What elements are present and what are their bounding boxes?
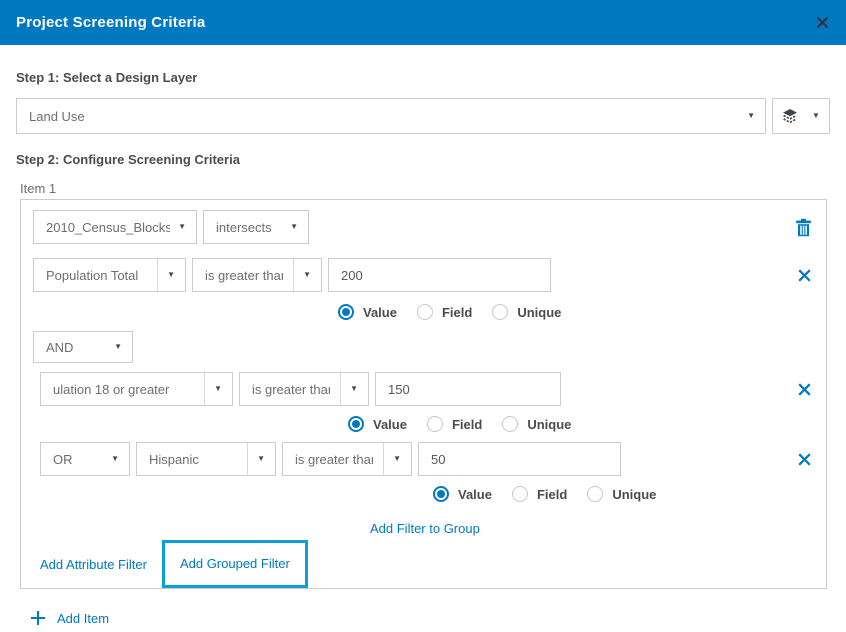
spatial-operator-select[interactable]: intersects ▼ xyxy=(203,210,309,244)
filter3-field-value: Hispanic xyxy=(149,452,237,467)
filter2-operator-value: is greater than xyxy=(252,382,330,397)
filter1-field-value: Population Total xyxy=(46,268,147,283)
delete-item-trash-icon[interactable] xyxy=(795,218,812,237)
caret-down-icon: ▼ xyxy=(167,271,175,279)
filter2-radio-value[interactable] xyxy=(348,416,364,432)
add-attribute-filter-link[interactable]: Add Attribute Filter xyxy=(40,557,147,572)
radio-label-unique: Unique xyxy=(612,487,656,502)
radio-label-value: Value xyxy=(363,305,397,320)
filter1-operator-select[interactable]: is greater than ▼ xyxy=(192,258,322,292)
grouped-filter-row-2: OR ▼ Hispanic ▼ is greater than ▼ xyxy=(40,442,812,476)
filter3-conjunction-select[interactable]: OR ▼ xyxy=(40,442,130,476)
filter2-field-value: ulation 18 or greater xyxy=(53,382,194,397)
filter1-radio-unique[interactable] xyxy=(492,304,508,320)
design-layer-select[interactable]: Land Use ▼ xyxy=(16,98,766,134)
step2-heading: Step 2: Configure Screening Criteria xyxy=(16,152,830,167)
filter3-value-input[interactable] xyxy=(418,442,621,476)
radio-label-value: Value xyxy=(458,487,492,502)
radio-label-field: Field xyxy=(452,417,482,432)
attribute-filter-row-1: Population Total ▼ is greater than ▼ xyxy=(33,258,812,292)
filter3-radio-unique[interactable] xyxy=(587,486,603,502)
spatial-layer-value: 2010_Census_Blocks xyxy=(46,220,170,235)
filter1-radio-field[interactable] xyxy=(417,304,433,320)
radio-label-unique: Unique xyxy=(527,417,571,432)
filter3-operator-select[interactable]: is greater than ▼ xyxy=(282,442,412,476)
caret-down-icon: ▼ xyxy=(114,343,122,351)
filter3-conjunction-value: OR xyxy=(53,452,103,467)
highlight-box: Add Grouped Filter xyxy=(162,540,308,588)
spatial-operator-value: intersects xyxy=(216,220,282,235)
group-conjunction-row: AND ▼ xyxy=(33,331,812,363)
filter3-radio-field[interactable] xyxy=(512,486,528,502)
add-item-label: Add Item xyxy=(57,611,109,626)
item-panel: 2010_Census_Blocks ▼ intersects ▼ xyxy=(20,199,827,589)
grouped-filter-row-1: ulation 18 or greater ▼ is greater than … xyxy=(40,372,812,406)
filter3-radio-value[interactable] xyxy=(433,486,449,502)
caret-down-icon: ▼ xyxy=(178,223,186,231)
filter3-operator-value: is greater than xyxy=(295,452,373,467)
add-filter-to-group-link[interactable]: Add Filter to Group xyxy=(370,521,480,536)
caret-down-icon: ▼ xyxy=(290,223,298,231)
caret-down-icon: ▼ xyxy=(812,112,820,120)
caret-down-icon: ▼ xyxy=(111,455,119,463)
remove-filter2-x-icon[interactable] xyxy=(797,382,812,397)
remove-filter3-x-icon[interactable] xyxy=(797,452,812,467)
radio-label-unique: Unique xyxy=(517,305,561,320)
filter1-field-select[interactable]: Population Total ▼ xyxy=(33,258,186,292)
layers-icon xyxy=(782,108,798,124)
filter1-value-type-radios: Value Field Unique xyxy=(338,304,812,320)
radio-label-value: Value xyxy=(373,417,407,432)
filter3-value-type-radios: Value Field Unique xyxy=(433,486,812,502)
caret-down-icon: ▼ xyxy=(214,385,222,393)
filter2-value-input[interactable] xyxy=(375,372,561,406)
caret-down-icon: ▼ xyxy=(393,455,401,463)
spatial-filter-row: 2010_Census_Blocks ▼ intersects ▼ xyxy=(33,210,812,244)
filter2-operator-select[interactable]: is greater than ▼ xyxy=(239,372,369,406)
design-layer-row: Land Use ▼ ▼ xyxy=(16,98,830,134)
dialog-body: Step 1: Select a Design Layer Land Use ▼… xyxy=(0,70,846,626)
filter2-radio-field[interactable] xyxy=(427,416,443,432)
filter1-radio-value[interactable] xyxy=(338,304,354,320)
caret-down-icon: ▼ xyxy=(257,455,265,463)
filter2-radio-unique[interactable] xyxy=(502,416,518,432)
design-layer-value: Land Use xyxy=(29,109,739,124)
filter1-operator-value: is greater than xyxy=(205,268,283,283)
step1-heading: Step 1: Select a Design Layer xyxy=(16,70,830,85)
caret-down-icon: ▼ xyxy=(350,385,358,393)
filter2-field-select[interactable]: ulation 18 or greater ▼ xyxy=(40,372,233,406)
add-item-button[interactable]: Add Item xyxy=(30,610,109,626)
plus-icon xyxy=(30,610,46,626)
item-label: Item 1 xyxy=(20,181,830,196)
add-grouped-filter-link[interactable]: Add Grouped Filter xyxy=(180,556,290,571)
remove-filter1-x-icon[interactable] xyxy=(797,268,812,283)
caret-down-icon: ▼ xyxy=(747,112,755,120)
close-icon[interactable] xyxy=(815,15,830,30)
caret-down-icon: ▼ xyxy=(303,271,311,279)
group-conjunction-select[interactable]: AND ▼ xyxy=(33,331,133,363)
filter-actions-row: Add Attribute Filter Add Grouped Filter xyxy=(33,540,812,588)
layer-options-button[interactable]: ▼ xyxy=(772,98,830,134)
group-conjunction-value: AND xyxy=(46,340,106,355)
dialog-title: Project Screening Criteria xyxy=(16,14,205,31)
dialog-header: Project Screening Criteria xyxy=(0,0,846,45)
spatial-layer-select[interactable]: 2010_Census_Blocks ▼ xyxy=(33,210,197,244)
filter1-value-input[interactable] xyxy=(328,258,551,292)
radio-label-field: Field xyxy=(537,487,567,502)
radio-label-field: Field xyxy=(442,305,472,320)
filter2-value-type-radios: Value Field Unique xyxy=(348,416,812,432)
filter3-field-select[interactable]: Hispanic ▼ xyxy=(136,442,276,476)
